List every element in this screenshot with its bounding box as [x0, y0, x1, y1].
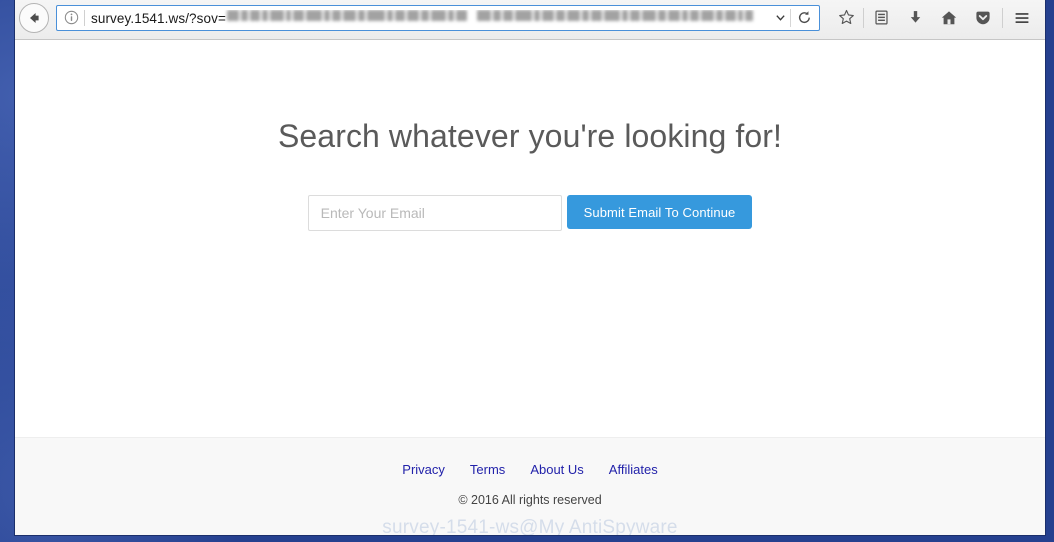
footer-link-privacy[interactable]: Privacy: [402, 462, 445, 477]
url-redacted-query: [226, 9, 770, 23]
watermark-text: survey-1541-ws@My AntiSpyware: [382, 517, 678, 535]
desktop-background: survey.1541.ws/?sov= Search whatever you…: [0, 0, 1054, 542]
hamburger-menu-button[interactable]: [1005, 3, 1039, 33]
footer-links: Privacy Terms About Us Affiliates: [15, 438, 1045, 477]
pocket-icon: [976, 11, 990, 24]
footer-link-terms[interactable]: Terms: [470, 462, 505, 477]
reload-button[interactable]: [791, 6, 817, 30]
back-arrow-icon: [30, 12, 39, 23]
email-signup-form: Submit Email To Continue: [15, 195, 1045, 231]
web-page-content: Search whatever you're looking for! Subm…: [15, 40, 1045, 535]
library-icon: [874, 10, 888, 25]
page-headline: Search whatever you're looking for!: [277, 118, 783, 154]
chevron-down-icon: [775, 15, 785, 21]
browser-navigation-toolbar: survey.1541.ws/?sov=: [15, 0, 1045, 40]
copyright-text: © 2016 All rights reserved: [458, 493, 602, 507]
bookmark-star-button[interactable]: [829, 3, 863, 33]
pocket-button[interactable]: [966, 3, 1000, 33]
submit-email-button[interactable]: Submit Email To Continue: [566, 195, 753, 229]
page-main: Search whatever you're looking for! Subm…: [15, 40, 1045, 437]
footer-link-about-us[interactable]: About Us: [530, 462, 583, 477]
home-button[interactable]: [932, 3, 966, 33]
browser-toolbar-icons: [829, 3, 1039, 33]
hamburger-menu-icon: [1015, 12, 1029, 23]
download-icon: [910, 11, 920, 23]
library-button[interactable]: [864, 3, 898, 33]
page-footer: Privacy Terms About Us Affiliates © 2016…: [15, 437, 1045, 535]
home-icon: [941, 10, 957, 24]
browser-window: survey.1541.ws/?sov= Search whatever you…: [14, 0, 1046, 536]
download-button[interactable]: [898, 3, 932, 33]
info-circle-icon[interactable]: [61, 8, 81, 28]
url-bar[interactable]: survey.1541.ws/?sov=: [56, 4, 820, 31]
bookmark-star-icon: [838, 9, 854, 25]
footer-link-affiliates[interactable]: Affiliates: [609, 462, 658, 477]
back-button[interactable]: [19, 2, 49, 33]
email-input[interactable]: [307, 195, 562, 231]
menu-separator: [1002, 7, 1003, 28]
url-bar-separator: [84, 9, 85, 26]
url-text: survey.1541.ws/?sov=: [91, 9, 770, 26]
reload-icon: [798, 11, 810, 24]
url-dropdown-button[interactable]: [770, 12, 790, 23]
url-visible-text: survey.1541.ws/?sov=: [91, 10, 226, 26]
